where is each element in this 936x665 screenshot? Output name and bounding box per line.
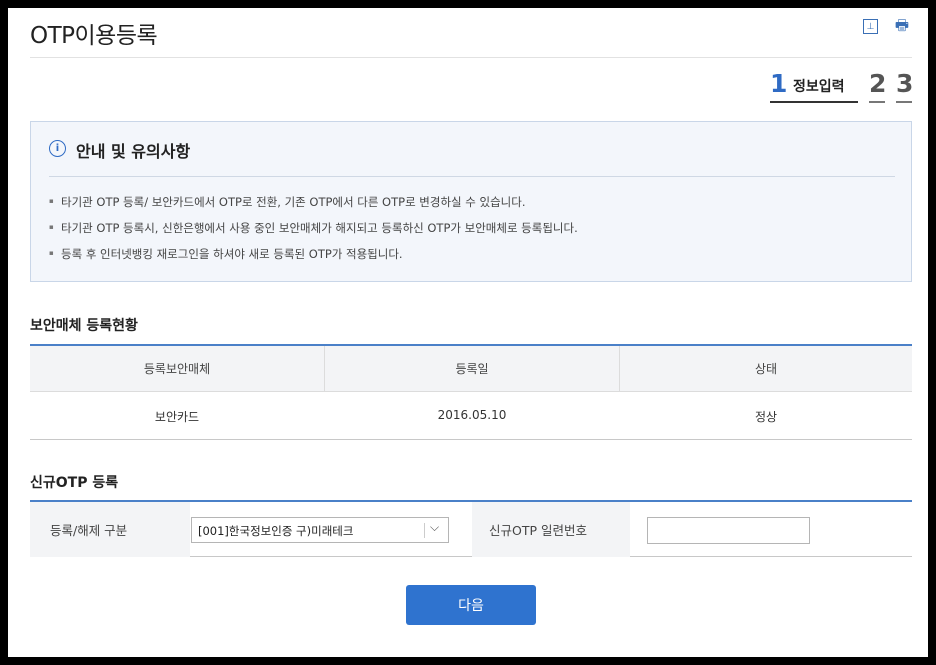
cell-date: 2016.05.10 — [437, 408, 507, 422]
new-otp-form: 등록/해제 구분 [001]한국정보인증 구)미래테크 ⌵ 신규OTP 일련번호 — [30, 500, 912, 557]
chevron-down-icon[interactable]: ⌵ — [430, 520, 439, 535]
select-separator — [424, 523, 425, 538]
notice-item: 타기관 OTP 등록시, 신한은행에서 사용 중인 보안매체가 해지되고 등록하… — [49, 220, 578, 236]
step-3-number: 3 — [896, 69, 914, 98]
new-otp-section-title: 신규OTP 등록 — [30, 475, 119, 491]
step-3-underline — [896, 101, 912, 103]
type-label-cell: 등록/해제 구분 — [30, 502, 190, 557]
print-icon[interactable]: 🖶 — [893, 16, 911, 36]
table-header-row: 등록보안매체 등록일 상태 — [30, 346, 912, 392]
cell-media: 보안카드 — [154, 410, 200, 424]
select-value: [001]한국정보인증 구)미래테크 — [198, 524, 354, 538]
notice-divider — [49, 176, 895, 177]
otp-registration-page: OTP이용등록 ⊥ 🖶 1 정보입력 2 3 i 안내 및 유의사항 타기관 O… — [8, 8, 928, 657]
step-1-label: 정보입력 — [793, 79, 845, 95]
serial-label: 신규OTP 일련번호 — [489, 523, 587, 538]
column-header-date: 등록일 — [455, 362, 489, 376]
step-2-underline — [869, 101, 885, 103]
notice-title: 안내 및 유의사항 — [76, 142, 191, 161]
page-title: OTP이용등록 — [30, 23, 158, 49]
serial-number-input[interactable] — [647, 517, 810, 544]
title-divider — [30, 57, 912, 58]
info-icon: i — [49, 140, 66, 157]
otp-vendor-select[interactable]: [001]한국정보인증 구)미래테크 ⌵ — [191, 517, 449, 543]
status-section-title: 보안매체 등록현황 — [30, 318, 138, 334]
column-header-media: 등록보안매체 — [143, 362, 211, 376]
serial-label-cell: 신규OTP 일련번호 — [472, 502, 630, 557]
step-2-number: 2 — [869, 69, 887, 98]
cell-status: 정상 — [754, 410, 778, 424]
step-1-number: 1 — [770, 69, 788, 98]
notice-item: 타기관 OTP 등록/ 보안카드에서 OTP로 전환, 기존 OTP에서 다른 … — [49, 194, 525, 210]
type-label: 등록/해제 구분 — [50, 523, 128, 538]
security-media-status-table: 등록보안매체 등록일 상태 보안카드 2016.05.10 정상 — [30, 344, 912, 440]
excel-download-icon[interactable]: ⊥ — [863, 19, 878, 34]
step-1-underline — [770, 101, 858, 103]
notice-box: i 안내 및 유의사항 타기관 OTP 등록/ 보안카드에서 OTP로 전환, … — [30, 121, 912, 282]
column-header-status: 상태 — [754, 362, 778, 376]
notice-item: 등록 후 인터넷뱅킹 재로그인을 하셔야 새로 등록된 OTP가 적용됩니다. — [49, 246, 403, 262]
next-button[interactable]: 다음 — [406, 585, 536, 625]
